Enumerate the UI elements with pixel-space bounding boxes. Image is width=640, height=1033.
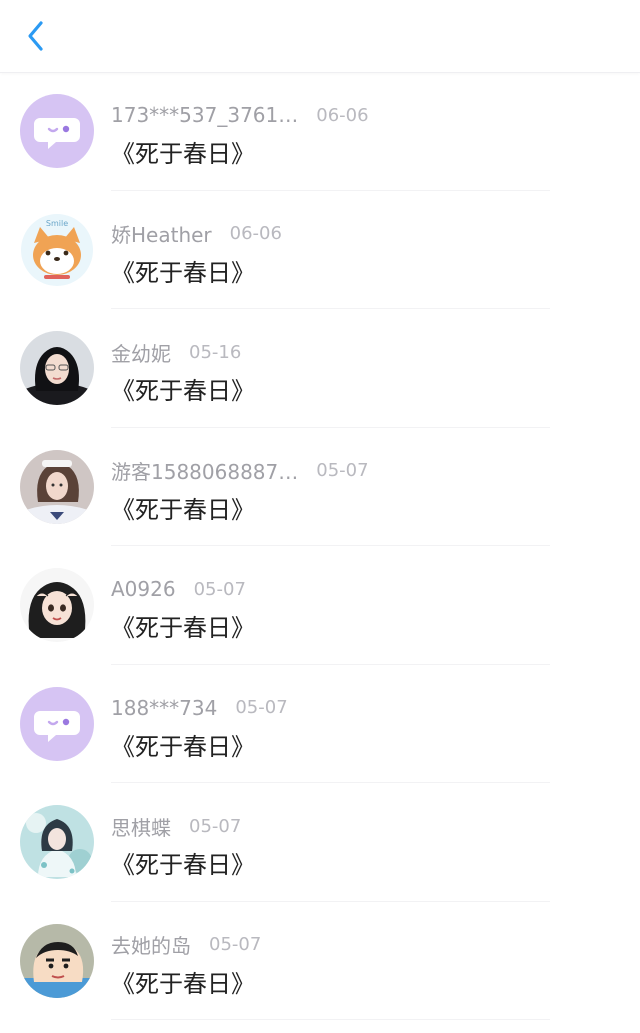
username[interactable]: 金幼妮 — [111, 338, 171, 367]
username[interactable]: 去她的岛 — [111, 930, 191, 959]
avatar[interactable] — [20, 449, 94, 524]
book-title[interactable]: 《死于春日》 — [111, 134, 255, 169]
avatar[interactable]: Smile — [20, 212, 94, 287]
username[interactable]: 思棋蝶 — [111, 812, 171, 841]
list-item[interactable]: A0926 05-07 《死于春日》 — [0, 546, 640, 665]
book-title[interactable]: 《死于春日》 — [111, 490, 255, 525]
item-meta: 173***537_3761… 06-06 — [111, 102, 369, 128]
book-title[interactable]: 《死于春日》 — [111, 371, 255, 406]
cartoon-girl-icon — [20, 568, 94, 642]
list-item[interactable]: 金幼妮 05-16 《死于春日》 — [0, 309, 640, 428]
item-meta: 金幼妮 05-16 — [111, 338, 242, 367]
list-item[interactable]: 173***537_3761… 06-06 《死于春日》 — [0, 72, 640, 191]
timestamp: 05-07 — [189, 815, 242, 837]
anime-character-icon — [20, 805, 94, 879]
top-bar — [0, 0, 640, 73]
chat-bubble-icon — [20, 94, 94, 168]
avatar[interactable] — [20, 568, 94, 642]
avatar[interactable] — [20, 331, 94, 405]
avatar[interactable] — [20, 94, 94, 168]
avatar[interactable] — [20, 805, 94, 879]
divider — [111, 1019, 550, 1020]
username[interactable]: 173***537_3761… — [111, 103, 298, 127]
girl-photo-icon — [20, 331, 94, 405]
book-title[interactable]: 《死于春日》 — [111, 727, 255, 762]
list-item[interactable]: 去她的岛 05-07 《死于春日》 — [0, 902, 640, 1020]
timestamp: 05-07 — [235, 697, 288, 718]
username[interactable]: 188***734 — [111, 696, 217, 720]
timestamp: 06-06 — [229, 223, 282, 244]
list-item[interactable]: 游客1588068887… 05-07 《死于春日》 — [0, 428, 640, 546]
timestamp: 05-07 — [209, 934, 262, 955]
item-meta: 娇Heather 06-06 — [111, 221, 282, 247]
book-title[interactable]: 《死于春日》 — [111, 253, 255, 288]
list-item[interactable]: Smile 娇Heather 06-06 《死于春日》 — [0, 191, 640, 309]
book-title[interactable]: 《死于春日》 — [111, 608, 255, 643]
item-meta: 去她的岛 05-07 — [111, 932, 261, 958]
username[interactable]: 娇Heather — [111, 219, 212, 248]
item-meta: A0926 05-07 — [111, 576, 246, 602]
user-list: 173***537_3761… 06-06 《死于春日》 Smile 娇Heat… — [0, 72, 640, 1020]
item-meta: 游客1588068887… 05-07 — [111, 458, 369, 484]
svg-text:Smile: Smile — [46, 219, 68, 228]
timestamp: 06-06 — [316, 104, 369, 126]
cartoon-boy-icon — [20, 923, 94, 998]
shiba-dog-icon: Smile — [20, 212, 94, 287]
timestamp: 05-07 — [316, 460, 369, 481]
chevron-left-icon — [28, 21, 43, 51]
avatar[interactable] — [20, 686, 94, 761]
timestamp: 05-07 — [193, 578, 246, 600]
item-meta: 188***734 05-07 — [111, 695, 288, 721]
item-meta: 思棋蝶 05-07 — [111, 812, 242, 841]
back-button[interactable] — [18, 18, 54, 54]
girl-photo-icon — [20, 449, 94, 524]
book-title[interactable]: 《死于春日》 — [111, 964, 255, 999]
username[interactable]: A0926 — [111, 577, 176, 601]
list-item[interactable]: 188***734 05-07 《死于春日》 — [0, 665, 640, 783]
book-title[interactable]: 《死于春日》 — [111, 845, 255, 880]
chat-bubble-icon — [20, 686, 94, 761]
comment-list-page: 173***537_3761… 06-06 《死于春日》 Smile 娇Heat… — [0, 0, 640, 1033]
avatar[interactable] — [20, 923, 94, 998]
username[interactable]: 游客1588068887… — [111, 456, 298, 485]
timestamp: 05-16 — [189, 341, 242, 363]
list-item[interactable]: 思棋蝶 05-07 《死于春日》 — [0, 783, 640, 902]
